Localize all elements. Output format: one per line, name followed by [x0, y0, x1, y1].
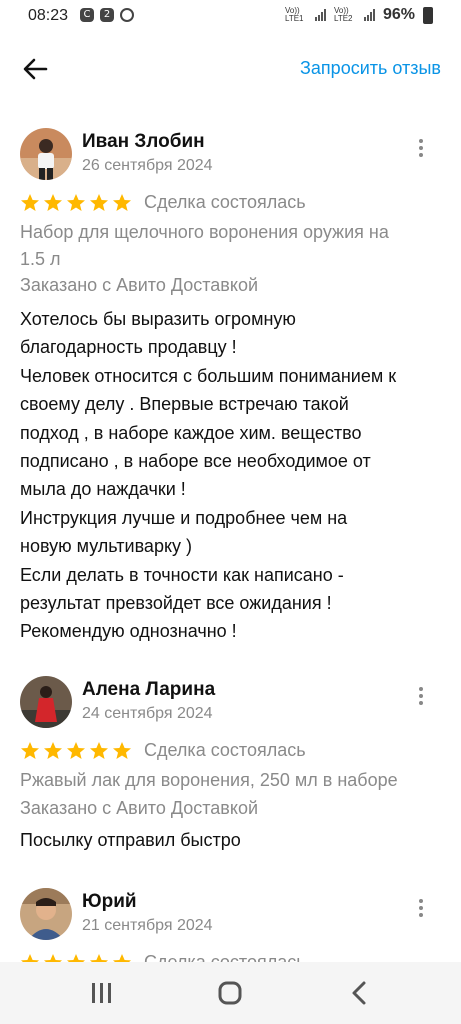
- back-arrow-icon[interactable]: [20, 54, 50, 84]
- rating-stars: [20, 193, 132, 213]
- review-text-line: благодарность продавцу !: [20, 337, 237, 358]
- system-nav-bar: [0, 962, 461, 1024]
- notification-c-icon: C: [80, 8, 94, 22]
- review-text-line: подписано , в наборе все необходимое от: [20, 451, 371, 472]
- star-icon: [90, 193, 108, 211]
- signal-1-icon: [314, 9, 326, 21]
- review-text-line: Человек относится с большим пониманием к: [20, 365, 397, 386]
- review-date: 24 сентября 2024: [82, 705, 213, 722]
- back-icon[interactable]: [340, 978, 380, 1008]
- avatar[interactable]: [20, 888, 72, 940]
- notification-2-icon: 2: [100, 8, 114, 22]
- notification-icons: C 2: [80, 8, 134, 22]
- review-text-line: результат превзойдет все ожидания !: [20, 593, 332, 614]
- status-time: 08:23: [28, 7, 69, 24]
- home-icon[interactable]: [210, 978, 250, 1008]
- review-card: Иван Злобин 26 сентября 2024 Сделка сост…: [20, 128, 441, 648]
- top-bar: Запросить отзыв: [0, 32, 461, 104]
- rating-stars: [20, 953, 132, 962]
- star-icon: [67, 741, 85, 759]
- more-options-icon[interactable]: [413, 136, 429, 160]
- deal-status: Сделка состоялась: [144, 952, 306, 962]
- item-title[interactable]: Ржавый лак для воронения, 250 мл в набор…: [20, 767, 441, 794]
- star-icon: [67, 193, 85, 211]
- star-icon: [44, 953, 62, 962]
- review-date: 21 сентября 2024: [82, 917, 213, 934]
- avatar[interactable]: [20, 128, 72, 180]
- delivery-note: Заказано с Авито Доставкой: [20, 275, 259, 295]
- item-title-line: Набор для щелочного воронения оружия на: [20, 222, 389, 242]
- star-icon: [44, 193, 62, 211]
- reviewer-name: Иван Злобин: [82, 131, 205, 152]
- star-icon: [67, 953, 85, 962]
- review-text-line: мыла до наждачки !: [20, 479, 186, 500]
- delivery-note: Заказано с Авито Доставкой: [20, 798, 259, 818]
- star-icon: [90, 953, 108, 962]
- review-text-line: Рекомендую однозначно !: [20, 621, 237, 642]
- rating-row: Сделка состоялась: [20, 952, 306, 962]
- notification-record-icon: [120, 8, 134, 22]
- star-icon: [113, 193, 131, 211]
- avatar[interactable]: [20, 676, 72, 728]
- star-icon: [90, 741, 108, 759]
- review-text-line: подход , в наборе каждое хим. вещество: [20, 422, 362, 443]
- rating-row: Сделка состоялась: [20, 192, 306, 213]
- star-icon: [21, 741, 39, 759]
- review-card: Юрий 21 сентября 2024 Сделка состоялась: [20, 888, 441, 962]
- sim2-label: Vo)) LTE2: [333, 6, 353, 23]
- star-icon: [21, 193, 39, 211]
- star-icon: [44, 741, 62, 759]
- star-icon: [21, 953, 39, 962]
- review-text-line: Если делать в точности как написано -: [20, 564, 344, 585]
- review-card: Алена Ларина 24 сентября 2024 Сделка сос…: [20, 676, 441, 856]
- item-title[interactable]: Набор для щелочного воронения оружия на …: [20, 219, 441, 273]
- review-text-line: Посылку отправил быстро: [20, 830, 241, 850]
- recent-apps-icon[interactable]: [82, 978, 122, 1008]
- rating-row: Сделка состоялась: [20, 740, 306, 761]
- review-text: Хотелось бы выразить огромную благодарно…: [20, 305, 441, 646]
- battery-icon: [423, 6, 433, 24]
- battery-percent: 96%: [382, 6, 415, 23]
- signal-2-icon: [363, 9, 375, 21]
- status-bar: 08:23 C 2 Vo)) LTE1 Vo)) LTE2 96%: [0, 0, 461, 32]
- review-text-line: Хотелось бы выразить огромную: [20, 309, 296, 329]
- more-options-icon[interactable]: [413, 684, 429, 708]
- reviewer-name: Юрий: [82, 891, 137, 912]
- item-title-line: 1.5 л: [20, 249, 61, 269]
- review-text-line: своему делу . Впервые встречаю такой: [20, 394, 349, 415]
- review-date: 26 сентября 2024: [82, 157, 213, 174]
- review-text-line: новую мультиварку ): [20, 536, 193, 557]
- request-review-button[interactable]: Запросить отзыв: [300, 58, 441, 79]
- review-text: Посылку отправил быстро: [20, 826, 441, 854]
- rating-stars: [20, 741, 132, 761]
- review-text-line: Инструкция лучше и подробнее чем на: [20, 507, 348, 528]
- deal-status: Сделка состоялась: [144, 740, 306, 760]
- star-icon: [113, 953, 131, 962]
- star-icon: [113, 741, 131, 759]
- item-title-line: Ржавый лак для воронения, 250 мл в набор…: [20, 770, 398, 790]
- sim1-label: Vo)) LTE1: [284, 6, 304, 23]
- status-right: Vo)) LTE1 Vo)) LTE2 96%: [285, 6, 433, 24]
- deal-status: Сделка состоялась: [144, 192, 306, 212]
- more-options-icon[interactable]: [413, 896, 429, 920]
- reviewer-name: Алена Ларина: [82, 679, 216, 700]
